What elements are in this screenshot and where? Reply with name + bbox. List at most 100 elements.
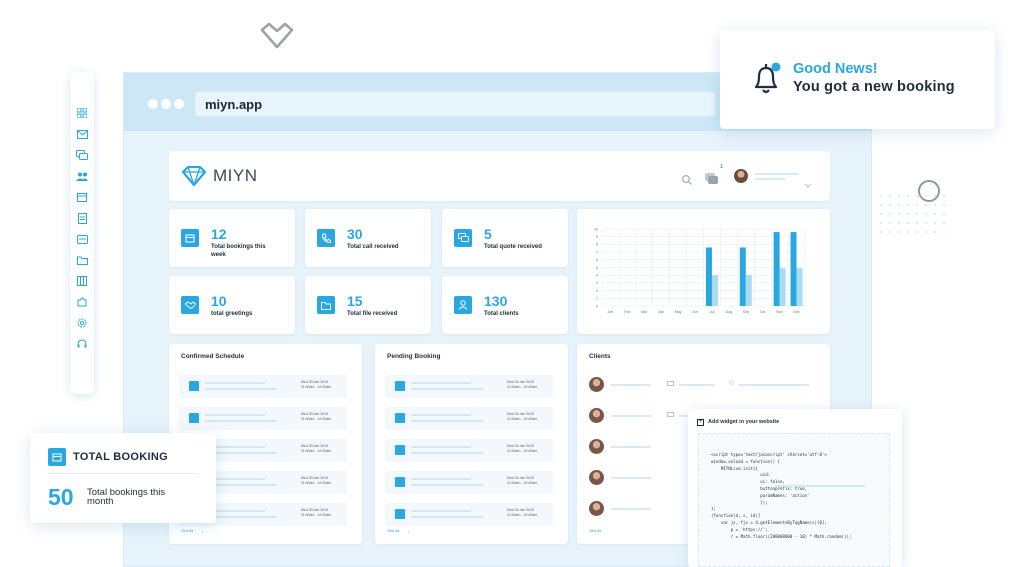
user-icon [454, 296, 472, 314]
card-icon[interactable] [76, 232, 88, 246]
panel-title: Confirmed Schedule [181, 353, 245, 360]
booking-hours: 11:00am - 12:00am [507, 385, 538, 389]
dot [943, 213, 945, 215]
text-placeholder [411, 516, 483, 518]
list-item[interactable]: Mon 00 Jan 2019 11:00am - 12:00am [385, 471, 553, 494]
messages-icon[interactable] [705, 171, 718, 189]
list-item[interactable]: Mon 00 Jan 2019 11:00am - 12:00am [385, 439, 553, 462]
calendar-icon[interactable] [76, 190, 88, 204]
text-placeholder [611, 477, 651, 479]
stat-label: Total call received [347, 244, 399, 250]
view-all-link[interactable]: View All [387, 529, 399, 533]
user-role-placeholder [755, 178, 785, 180]
client-row[interactable]: ✆ [589, 377, 819, 393]
text-placeholder [411, 452, 483, 454]
x-tick-label: Mar [641, 310, 648, 314]
stat-card-clients[interactable]: 130 Total clients [442, 276, 568, 334]
booking-hours: 11:00am - 12:00am [301, 385, 332, 389]
settings-icon[interactable] [76, 316, 88, 330]
panel-title: Clients [589, 353, 611, 360]
x-tick-label: Jan [608, 310, 614, 314]
chart-bar [779, 268, 786, 306]
code-snippet-box[interactable]: <script type='text/javascript' charset='… [698, 433, 890, 567]
dot [925, 195, 927, 197]
client-avatar [589, 377, 604, 392]
text-placeholder [411, 478, 471, 480]
dot [907, 222, 909, 224]
y-tick-label: 6 [596, 258, 598, 262]
mail-icon [667, 381, 674, 386]
puzzle-icon[interactable] [76, 295, 88, 309]
stat-card-files[interactable]: 15 Total file received [305, 276, 431, 334]
divider [48, 473, 198, 474]
dot [934, 222, 936, 224]
y-tick-label: 1 [596, 297, 598, 301]
booking-hours: 11:00am - 12:00am [507, 481, 538, 485]
text-placeholder [611, 415, 651, 417]
dot [880, 195, 882, 197]
booking-icon [395, 381, 405, 391]
pending-booking-panel: Pending Booking Mon 00 Jan 2019 11:00am -… [375, 344, 568, 544]
dot [934, 204, 936, 206]
booking-icon [395, 509, 405, 519]
y-tick-label: 0 [596, 304, 598, 308]
dot [880, 204, 882, 206]
document-icon[interactable] [76, 211, 88, 225]
text-placeholder [611, 446, 651, 448]
text-placeholder [411, 484, 483, 486]
folder-icon[interactable] [76, 253, 88, 267]
stat-value: 5 [484, 226, 492, 242]
list-item[interactable]: Mon 00 Jan 2019 11:00am - 12:00am [385, 503, 553, 526]
dot [898, 213, 900, 215]
text-placeholder [411, 382, 471, 384]
add-widget-card: + Add widget in your website <script typ… [688, 409, 902, 567]
view-all-link[interactable]: View All [589, 529, 601, 533]
stat-value: 12 [211, 226, 227, 242]
view-all-link[interactable]: View All [181, 529, 193, 533]
miyn-logo-icon [181, 165, 207, 191]
mail-icon[interactable] [76, 127, 88, 141]
stat-card-calls[interactable]: 30 Total call received [305, 209, 431, 267]
stat-label: Total quote received [484, 244, 542, 250]
dot [934, 213, 936, 215]
x-tick-label: Nov [776, 310, 783, 314]
circle-decoration [918, 180, 940, 202]
list-item[interactable]: Mon 00 Jan 2019 11:00am - 12:00am [385, 375, 553, 398]
text-placeholder [205, 388, 277, 390]
stat-card-bookings[interactable]: 12 Total bookings this week [169, 209, 295, 267]
bookings-chart-card: 0 1 2 3 4 5 6 7 8 9 10 Jan Feb Mar Apr May Jun Jul Aug Sep O… [577, 209, 830, 334]
dashboard-icon[interactable] [76, 106, 88, 120]
chat-icon[interactable] [76, 148, 88, 162]
booking-time: Mon 00 Jan 2019 11:00am - 12:00am [301, 476, 331, 486]
avatar[interactable] [734, 169, 748, 183]
chevron-down-icon[interactable] [804, 175, 812, 193]
add-icon[interactable]: + [697, 419, 704, 426]
list-item[interactable]: Mon 00 Jan 2019 11:00am - 12:00am [385, 407, 553, 430]
dot [898, 231, 900, 233]
headset-icon[interactable] [76, 337, 88, 351]
x-tick-label: Feb [624, 310, 630, 314]
chart-bar [796, 268, 803, 306]
y-tick-label: 10 [594, 227, 598, 231]
x-tick-label: Dec [793, 310, 800, 314]
dot [943, 222, 945, 224]
search-icon[interactable] [682, 172, 692, 190]
brand-name: MIYN [213, 166, 258, 185]
address-bar[interactable]: miyn.app [195, 92, 715, 116]
booking-icon [395, 477, 405, 487]
arrow-right-icon[interactable]: › [202, 529, 203, 534]
booking-time: Mon 00 Jan 2019 11:00am - 12:00am [507, 476, 537, 486]
booking-hours: 11:00am - 12:00am [301, 513, 332, 517]
text-placeholder [679, 384, 715, 386]
stat-card-quotes[interactable]: 5 Total quote received [442, 209, 568, 267]
list-item[interactable]: Mon 00 Jan 2019 11:00am - 12:00am [179, 407, 347, 430]
notification-card[interactable]: Good News! You got a new booking [720, 30, 995, 129]
stat-card-greetings[interactable]: 10 total greetings [169, 276, 295, 334]
table-icon[interactable] [76, 274, 88, 288]
list-item[interactable]: Mon 00 Jan 2019 11:00am - 12:00am [179, 375, 347, 398]
y-tick-label: 4 [596, 274, 598, 278]
arrow-right-icon[interactable]: › [408, 529, 409, 534]
dot [925, 222, 927, 224]
total-booking-card[interactable]: TOTAL BOOKING 50 Total bookings this mon… [30, 433, 216, 523]
users-icon[interactable] [76, 169, 88, 183]
